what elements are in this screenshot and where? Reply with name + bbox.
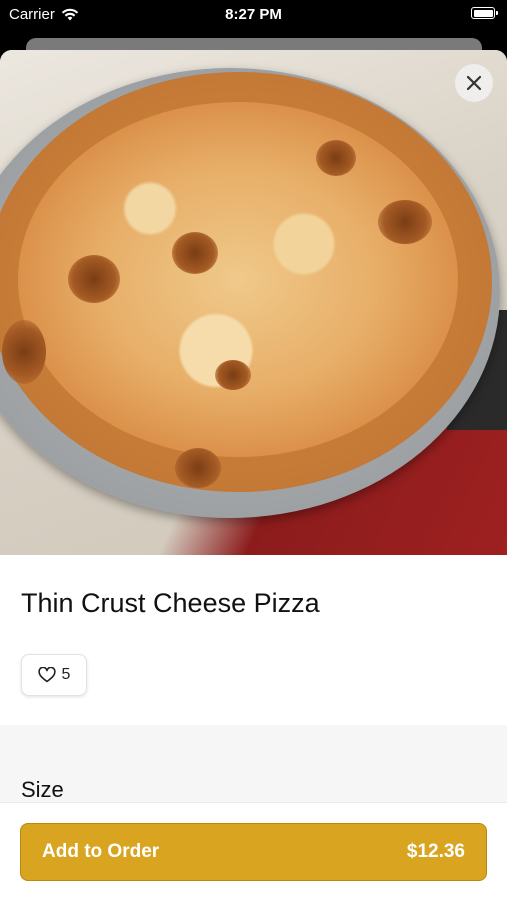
footer-bar: Add to Order $12.36: [0, 802, 507, 900]
close-icon: [466, 75, 482, 91]
add-to-order-label: Add to Order: [42, 841, 160, 862]
order-price: $12.36: [406, 841, 465, 862]
like-count: 5: [61, 666, 71, 683]
size-heading: Size: [21, 777, 64, 802]
close-button[interactable]: [455, 64, 493, 102]
battery-icon: [471, 7, 498, 19]
add-to-order-button[interactable]: Add to Order $12.36: [20, 823, 487, 881]
clock: 8:27 PM: [225, 6, 282, 23]
item-title: Thin Crust Cheese Pizza: [21, 588, 320, 618]
heart-icon: [37, 667, 56, 683]
pizza-photo: [0, 50, 507, 555]
status-bar: Carrier 8:27 PM: [0, 0, 507, 30]
like-button[interactable]: 5: [21, 654, 87, 696]
item-detail-sheet: Thin Crust Cheese Pizza 5 Size Add to Or…: [0, 50, 507, 900]
